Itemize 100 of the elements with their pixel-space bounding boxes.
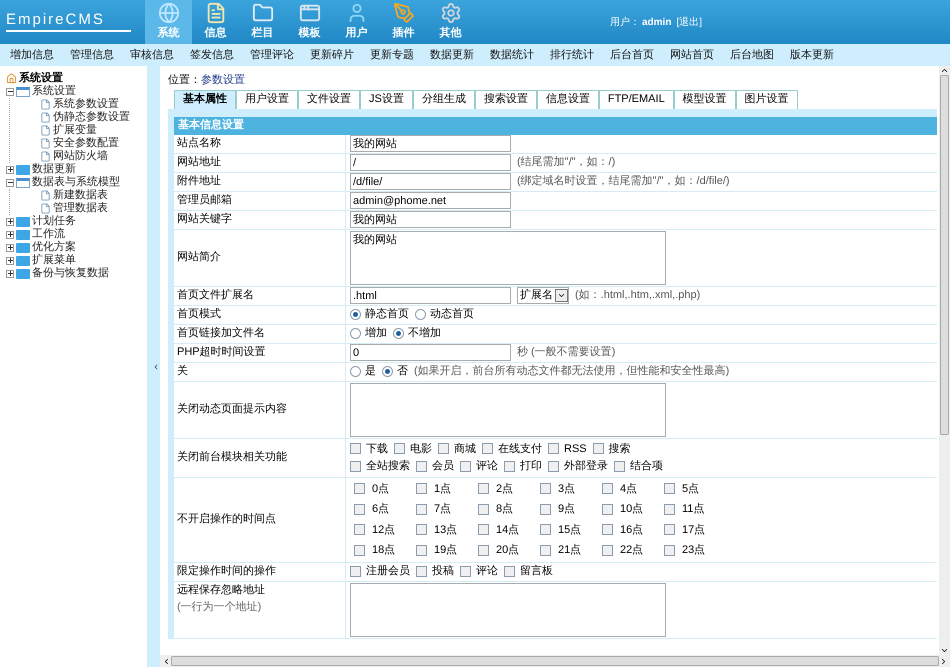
radio-label[interactable]: 否 [397, 363, 408, 380]
text-field[interactable]: /d/file/ [350, 173, 511, 190]
checkbox[interactable] [416, 524, 427, 536]
checkbox-label[interactable]: 14点 [496, 522, 520, 538]
checkbox[interactable] [602, 504, 613, 515]
checkbox[interactable] [460, 460, 471, 472]
radio-button[interactable] [382, 366, 393, 377]
menu-item[interactable]: 排行统计 [550, 46, 594, 64]
radio-button[interactable] [350, 309, 361, 320]
checkbox-label[interactable]: 评论 [476, 563, 498, 580]
checkbox-label[interactable]: 8点 [496, 501, 514, 518]
checkbox-label[interactable]: 22点 [620, 542, 644, 558]
checkbox[interactable] [350, 566, 361, 577]
expand-toggle[interactable] [6, 270, 14, 278]
expand-toggle[interactable] [6, 244, 14, 252]
checkbox-label[interactable]: 17点 [682, 522, 706, 538]
expand-toggle[interactable] [6, 230, 14, 238]
checkbox-label[interactable]: 1点 [434, 480, 452, 497]
checkbox[interactable] [602, 544, 613, 556]
extension-dropdown[interactable]: 扩展名 [517, 287, 569, 304]
checkbox[interactable] [478, 483, 489, 494]
checkbox-label[interactable]: 外部登录 [564, 458, 608, 474]
checkbox-label[interactable]: 电影 [410, 440, 432, 457]
checkbox[interactable] [504, 460, 515, 472]
text-area[interactable]: 我的网站 [350, 230, 666, 284]
settings-tab[interactable]: 用户设置 [236, 90, 298, 108]
tree-item[interactable]: 备份与恢复数据 [32, 265, 109, 282]
checkbox-label[interactable]: 留言板 [520, 563, 553, 580]
checkbox[interactable] [504, 566, 515, 577]
checkbox[interactable] [394, 443, 405, 454]
radio-label[interactable]: 是 [365, 363, 376, 380]
horizontal-scrollbar[interactable] [160, 655, 950, 667]
checkbox[interactable] [664, 544, 675, 556]
text-field[interactable]: 我的网站 [350, 135, 511, 152]
checkbox[interactable] [354, 544, 365, 556]
checkbox[interactable] [540, 504, 551, 515]
checkbox[interactable] [350, 443, 361, 454]
checkbox-label[interactable]: 3点 [558, 480, 576, 497]
menu-item[interactable]: 数据统计 [490, 46, 534, 64]
radio-button[interactable] [393, 328, 404, 339]
expand-toggle[interactable] [6, 256, 14, 264]
checkbox-label[interactable]: 15点 [558, 522, 582, 538]
checkbox-label[interactable]: 搜索 [608, 440, 631, 457]
checkbox-label[interactable]: 10点 [620, 501, 644, 518]
radio-label[interactable]: 动态首页 [430, 306, 474, 323]
checkbox-label[interactable]: 0点 [372, 480, 390, 497]
checkbox-label[interactable]: 4点 [620, 480, 638, 497]
text-area[interactable] [350, 382, 666, 436]
checkbox[interactable] [350, 460, 361, 472]
checkbox[interactable] [540, 544, 551, 556]
checkbox[interactable] [548, 460, 559, 472]
settings-tab[interactable]: JS设置 [360, 90, 413, 108]
checkbox[interactable] [354, 524, 365, 536]
checkbox-label[interactable]: 13点 [434, 522, 458, 538]
menu-item[interactable]: 管理评论 [250, 46, 294, 64]
checkbox[interactable] [416, 460, 427, 472]
radio-label[interactable]: 增加 [365, 325, 387, 342]
menu-item[interactable]: 审核信息 [130, 46, 174, 64]
checkbox-label[interactable]: 16点 [620, 522, 644, 538]
text-field[interactable]: / [350, 154, 511, 171]
checkbox[interactable] [664, 504, 675, 515]
menu-item[interactable]: 数据更新 [430, 46, 474, 64]
settings-tab[interactable]: 模型设置 [674, 90, 736, 108]
checkbox-label[interactable]: 下载 [366, 440, 388, 457]
checkbox[interactable] [602, 483, 613, 494]
checkbox-label[interactable]: 注册会员 [366, 563, 410, 580]
checkbox-label[interactable]: 会员 [432, 458, 454, 474]
checkbox[interactable] [540, 483, 551, 494]
checkbox-label[interactable]: 结合项 [630, 458, 663, 474]
expand-toggle[interactable] [6, 166, 14, 174]
checkbox[interactable] [482, 443, 493, 454]
settings-tab[interactable]: 搜索设置 [474, 90, 537, 108]
menu-item[interactable]: 增加信息 [10, 46, 54, 64]
checkbox-label[interactable]: 全站搜索 [366, 458, 410, 474]
checkbox-label[interactable]: 5点 [682, 480, 700, 497]
text-field[interactable]: .html [350, 287, 511, 304]
checkbox-label[interactable]: 20点 [496, 542, 520, 558]
checkbox-label[interactable]: 12点 [372, 522, 396, 538]
checkbox-label[interactable]: 评论 [476, 458, 498, 474]
text-field[interactable]: admin@phome.net [350, 192, 511, 209]
checkbox-label[interactable]: 投稿 [432, 563, 454, 580]
checkbox-label[interactable]: 在线支付 [498, 440, 542, 457]
checkbox-label[interactable]: 18点 [372, 542, 396, 558]
checkbox-label[interactable]: 打印 [520, 458, 542, 474]
checkbox[interactable] [478, 544, 489, 556]
checkbox[interactable] [416, 483, 427, 494]
settings-tab[interactable]: 分组生成 [412, 90, 475, 108]
menu-item[interactable]: 签发信息 [190, 46, 234, 64]
nav-tab[interactable]: 栏目 [239, 0, 286, 44]
radio-button[interactable] [415, 309, 426, 320]
checkbox[interactable] [416, 504, 427, 515]
nav-tab[interactable]: 用户 [333, 0, 380, 44]
collapse-toggle[interactable] [6, 178, 14, 186]
checkbox[interactable] [416, 544, 427, 556]
menu-item[interactable]: 管理信息 [70, 46, 114, 64]
text-field[interactable]: 0 [350, 344, 511, 361]
checkbox-label[interactable]: 9点 [558, 501, 576, 518]
checkbox-label[interactable]: 6点 [372, 501, 390, 518]
nav-tab[interactable]: 信息 [192, 0, 239, 44]
checkbox[interactable] [664, 483, 675, 494]
